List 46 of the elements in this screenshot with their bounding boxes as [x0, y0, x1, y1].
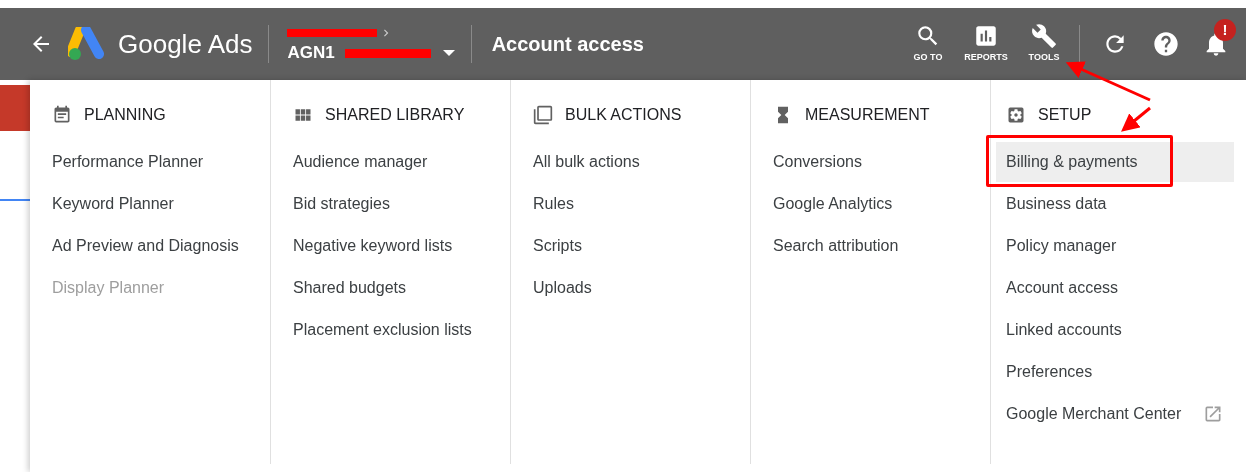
- caret-icon: [442, 50, 455, 56]
- logo-icon: [68, 27, 104, 61]
- toolbar-button[interactable]: GO TO: [899, 23, 957, 65]
- wrench-icon: [1031, 23, 1057, 50]
- menu-item[interactable]: Keyword Planner: [52, 184, 174, 224]
- menu-item[interactable]: All bulk actions: [533, 142, 640, 182]
- menu-item[interactable]: Linked accounts: [1006, 310, 1122, 350]
- section-heading: SHARED LIBRARY: [325, 105, 465, 125]
- toolbar-button[interactable]: REPORTS: [957, 23, 1015, 65]
- notifications-button[interactable]: !: [1202, 19, 1242, 59]
- calendar-icon: [52, 105, 72, 125]
- menu-item[interactable]: Policy manager: [1006, 226, 1117, 266]
- stacked-squares-icon: [533, 105, 553, 125]
- section-heading: BULK ACTIONS: [565, 105, 682, 125]
- menu-item[interactable]: Audience manager: [293, 142, 428, 182]
- menu-item[interactable]: Preferences: [1006, 352, 1093, 392]
- account-selector[interactable]: AGN1: [287, 42, 455, 64]
- section-heading: SETUP: [1038, 105, 1092, 125]
- external-link-icon: [1203, 404, 1224, 424]
- menu-item[interactable]: Uploads: [533, 268, 592, 308]
- help-icon: [1152, 30, 1180, 58]
- menu-item[interactable]: Bid strategies: [293, 184, 390, 224]
- menu-item[interactable]: Scripts: [533, 226, 582, 266]
- menu-item[interactable]: Search attribution: [773, 226, 899, 266]
- page-title: Account access: [491, 32, 644, 57]
- section-heading: MEASUREMENT: [805, 105, 930, 125]
- menu-item[interactable]: Account access: [1006, 268, 1119, 308]
- page-banner: [0, 85, 30, 131]
- menu-item[interactable]: Ad Preview and Diagnosis: [52, 226, 239, 266]
- menu-item[interactable]: Rules: [533, 184, 574, 224]
- menu-item[interactable]: Google Merchant Center: [1006, 394, 1224, 434]
- section-heading: PLANNING: [84, 105, 166, 125]
- menu-item[interactable]: Placement exclusion lists: [293, 310, 472, 350]
- brand-name: Google Ads: [118, 27, 253, 61]
- menu-item[interactable]: Performance Planner: [52, 142, 204, 182]
- menu-item[interactable]: Shared budgets: [293, 268, 406, 308]
- toolbar-button[interactable]: TOOLS: [1015, 23, 1073, 65]
- menu-item[interactable]: Negative keyword lists: [293, 226, 453, 266]
- annotation-arrow: [1121, 106, 1151, 132]
- alert-badge: !: [1214, 19, 1236, 41]
- menu-item[interactable]: Google Analytics: [773, 184, 893, 224]
- menu-item[interactable]: Conversions: [773, 142, 862, 182]
- gear-icon: [1006, 105, 1026, 125]
- help-button[interactable]: [1152, 30, 1180, 58]
- menu-item[interactable]: Business data: [1006, 184, 1107, 224]
- menu-item[interactable]: Billing & payments: [996, 142, 1234, 182]
